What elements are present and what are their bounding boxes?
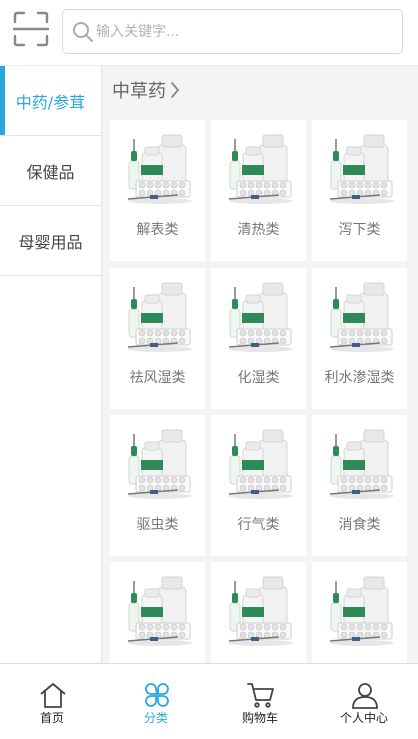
user-icon — [352, 683, 378, 709]
medicine-product-image — [324, 127, 396, 205]
tab-profile[interactable]: 个人中心 — [312, 664, 416, 728]
search-input[interactable] — [96, 11, 396, 52]
medicine-product-image — [223, 422, 295, 500]
cart-icon — [247, 683, 274, 708]
sidebar-item-health-products[interactable]: 保健品 — [0, 136, 101, 206]
subcategory-card[interactable]: 化湿类 — [211, 268, 306, 409]
medicine-product-image — [122, 127, 194, 205]
medicine-product-image — [223, 127, 295, 205]
subcategory-name: 行气类 — [237, 517, 280, 533]
bottom-tab-bar: 首页 分类 购物车 个人中心 — [0, 663, 418, 739]
tab-label: 分类 — [143, 711, 168, 725]
category-title-label: 中草药 — [112, 81, 166, 102]
medicine-product-image — [122, 422, 194, 500]
tab-cart[interactable]: 购物车 — [208, 664, 312, 728]
medicine-product-image — [223, 569, 295, 647]
medicine-product-image — [324, 569, 396, 647]
chevron-right-icon — [171, 82, 180, 98]
subcategory-card[interactable]: 利水渗湿类 — [312, 268, 407, 409]
scan-icon — [12, 11, 50, 47]
home-icon — [40, 683, 66, 708]
scan-button[interactable] — [12, 11, 50, 47]
sidebar-item-mother-baby[interactable]: 母婴用品 — [0, 206, 101, 276]
subcategory-name: 化湿类 — [237, 370, 280, 386]
tab-category[interactable]: 分类 — [104, 664, 208, 728]
medicine-product-image — [122, 569, 194, 647]
category-icon — [145, 683, 169, 707]
subcategory-card[interactable] — [312, 562, 407, 663]
search-bar[interactable] — [62, 9, 403, 54]
subcategory-name: 祛风湿类 — [129, 370, 186, 386]
tab-label: 首页 — [39, 711, 64, 725]
subcategory-card[interactable] — [211, 562, 306, 663]
medicine-product-image — [122, 275, 194, 353]
category-content: 中草药 解表类 清热类 泻下类祛风湿类 化湿类 利水渗湿类驱虫类 行气类 消食类 — [102, 66, 418, 663]
subcategory-name: 泻下类 — [338, 222, 381, 238]
tab-label: 个人中心 — [339, 711, 388, 725]
subcategory-name: 解表类 — [136, 222, 179, 238]
subcategory-name: 利水渗湿类 — [324, 370, 395, 386]
subcategory-card[interactable]: 行气类 — [211, 415, 306, 556]
subcategory-card[interactable]: 消食类 — [312, 415, 407, 556]
category-sidebar: 中药/参茸 保健品 母婴用品 — [0, 66, 102, 663]
header — [0, 0, 418, 66]
sidebar-item-label: 保健品 — [26, 162, 75, 182]
sidebar-item-chinese-medicine[interactable]: 中药/参茸 — [0, 66, 101, 136]
category-title[interactable]: 中草药 — [112, 78, 180, 102]
tab-label: 购物车 — [241, 711, 278, 725]
subcategory-name: 消食类 — [338, 517, 381, 533]
subcategory-card[interactable]: 泻下类 — [312, 120, 407, 261]
sidebar-item-label: 中药/参茸 — [15, 92, 86, 112]
subcategory-card[interactable]: 清热类 — [211, 120, 306, 261]
medicine-product-image — [223, 275, 295, 353]
tab-home[interactable]: 首页 — [0, 664, 104, 728]
subcategory-card[interactable]: 祛风湿类 — [110, 268, 205, 409]
sidebar-item-label: 母婴用品 — [18, 232, 83, 252]
medicine-product-image — [324, 422, 396, 500]
subcategory-card[interactable] — [110, 562, 205, 663]
subcategory-name: 清热类 — [237, 222, 280, 238]
subcategory-card[interactable]: 驱虫类 — [110, 415, 205, 556]
subcategory-name: 驱虫类 — [136, 517, 179, 533]
subcategory-card[interactable]: 解表类 — [110, 120, 205, 261]
search-icon — [73, 22, 93, 42]
medicine-product-image — [324, 275, 396, 353]
